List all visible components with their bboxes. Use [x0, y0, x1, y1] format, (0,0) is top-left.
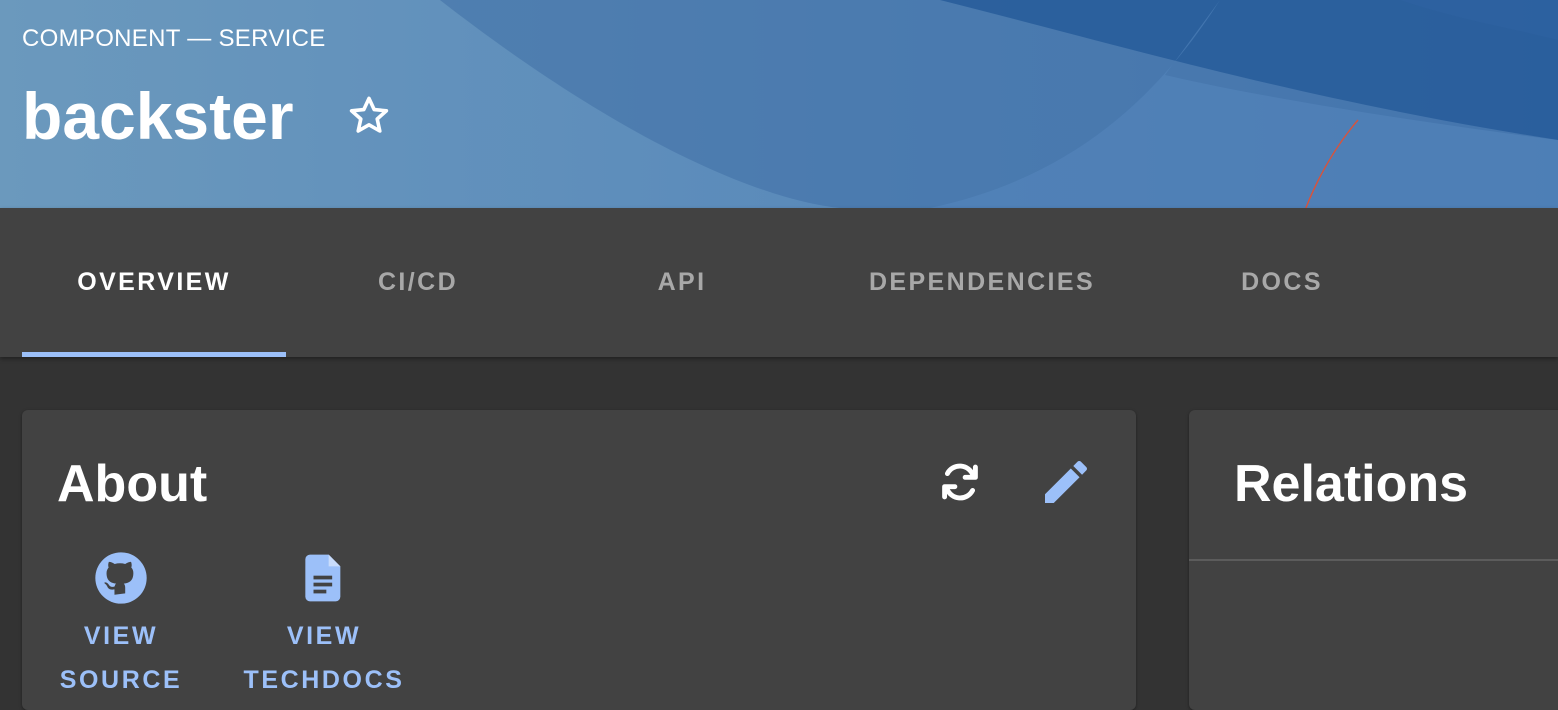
tab-api[interactable]: API: [550, 208, 814, 357]
view-techdocs-link[interactable]: VIEW TECHDOCS: [236, 550, 412, 702]
tab-ci-cd[interactable]: CI/CD: [286, 208, 550, 357]
edit-icon[interactable]: [1038, 454, 1094, 510]
tab-overview[interactable]: OVERVIEW: [22, 208, 286, 357]
tab-dependencies[interactable]: DEPENDENCIES: [814, 208, 1150, 357]
tab-bar: OVERVIEW CI/CD API DEPENDENCIES DOCS: [0, 208, 1558, 357]
about-card: About VIEW SOURCE VIEW TECHDOCS: [22, 410, 1136, 710]
github-icon: [95, 552, 147, 604]
view-source-link[interactable]: VIEW SOURCE: [56, 550, 186, 702]
entity-title: backster: [22, 79, 294, 153]
entity-kind-label: COMPONENT — SERVICE: [22, 25, 326, 52]
refresh-icon[interactable]: [932, 454, 988, 510]
relations-card: Relations: [1189, 410, 1558, 710]
star-outline-icon[interactable]: [345, 92, 393, 140]
card-divider: [1189, 559, 1558, 561]
active-tab-indicator: [22, 352, 286, 357]
entity-header: COMPONENT — SERVICE backster: [0, 0, 1558, 208]
about-card-title: About: [57, 455, 208, 513]
document-icon: [305, 554, 341, 602]
relations-card-title: Relations: [1234, 455, 1469, 513]
view-techdocs-label: VIEW TECHDOCS: [243, 622, 405, 694]
view-source-label: VIEW SOURCE: [59, 622, 183, 694]
tab-docs[interactable]: DOCS: [1150, 208, 1414, 357]
